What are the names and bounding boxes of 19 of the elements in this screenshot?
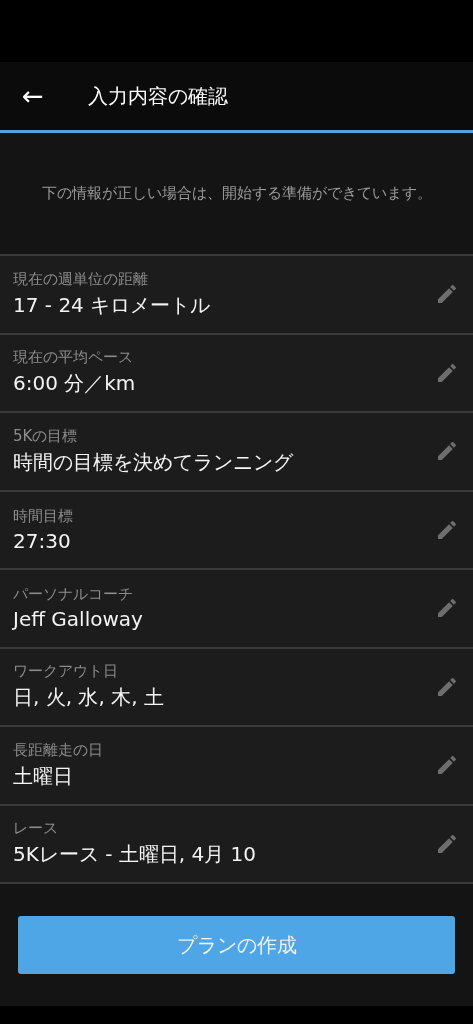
field-label: 長距離走の日 [13, 740, 104, 760]
field-value: Jeff Galloway [13, 607, 144, 632]
field-value: 27:30 [13, 528, 72, 553]
field-label: 5Kの目標 [13, 426, 79, 446]
field-label: 現在の平均ペース [13, 348, 134, 368]
field-label: 現在の週単位の距離 [13, 269, 149, 289]
field-value: 日, 火, 水, 木, 土 [13, 684, 165, 712]
screen-title: 入力内容の確認 [88, 82, 228, 110]
field-value: 5Kレース - 土曜日, 4月 10 [13, 841, 258, 869]
back-button[interactable]: ← [22, 83, 82, 109]
field-label: ワークアウト日 [13, 662, 119, 682]
field-label: 時間目標 [13, 506, 74, 526]
field-value: 17 - 24 キロメートル [13, 291, 212, 319]
field-label: レース [13, 819, 59, 839]
field-value: 時間の目標を決めてランニング [13, 448, 294, 476]
field-value: 6:00 分／km [13, 370, 137, 398]
intro-text: 下の情報が正しい場合は、開始する準備ができています。 [40, 182, 433, 204]
field-label: パーソナルコーチ [13, 585, 134, 605]
field-value: 土曜日 [13, 762, 74, 790]
